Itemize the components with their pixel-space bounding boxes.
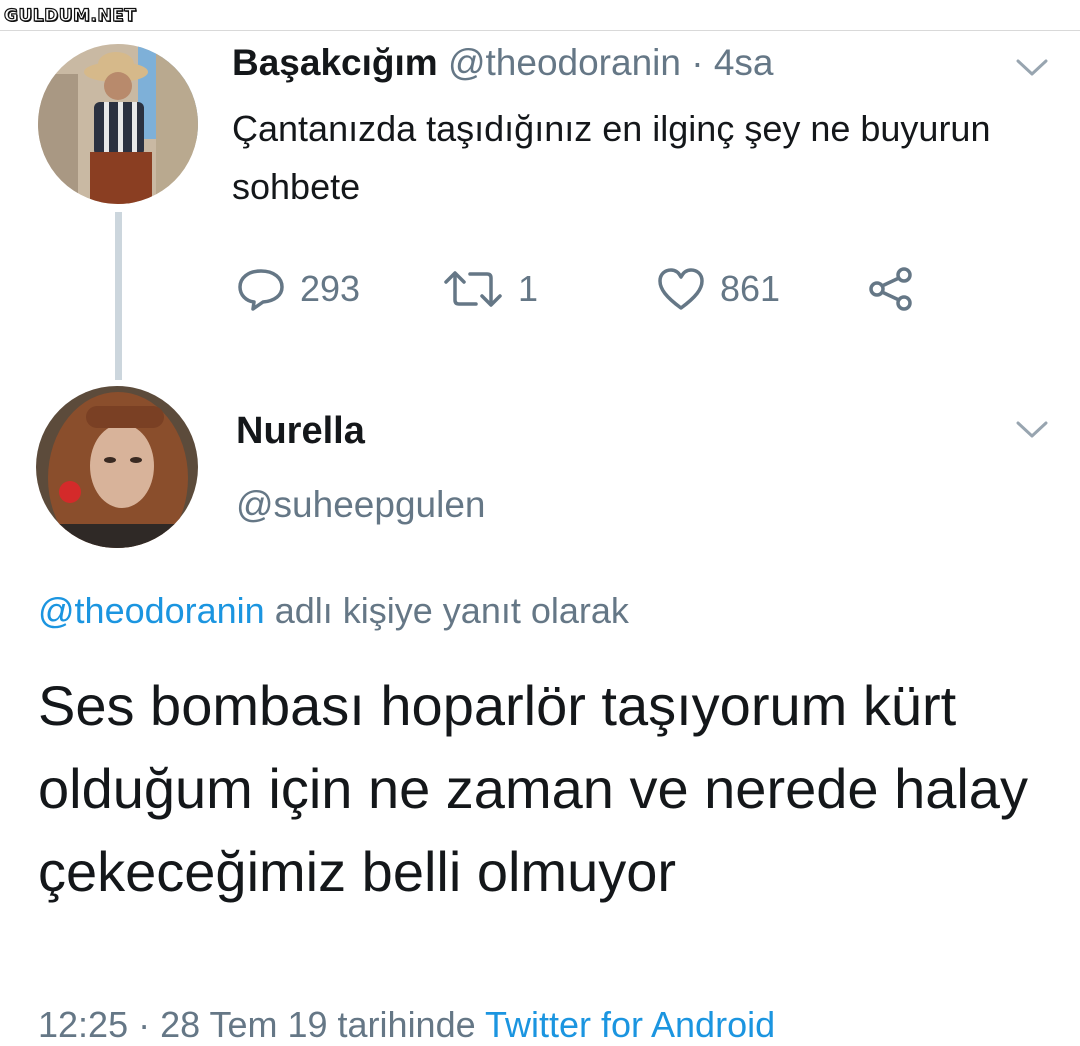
tweet-source-link[interactable]: Twitter for Android — [485, 1004, 775, 1045]
timestamp[interactable]: · 4sa — [691, 42, 773, 83]
reply-count: 293 — [300, 268, 361, 309]
avatar[interactable] — [36, 386, 198, 548]
reply-icon — [238, 269, 284, 311]
display-name[interactable]: Nurella — [236, 410, 365, 453]
retweet-icon — [444, 271, 502, 307]
top-divider — [0, 30, 1080, 31]
display-name[interactable]: Başakcığım — [232, 42, 438, 83]
retweet-button[interactable]: 1 — [442, 266, 538, 312]
tweet-header: Başakcığım @theodoranin · 4sa — [232, 42, 774, 84]
share-icon — [869, 267, 912, 311]
username[interactable]: @theodoranin — [448, 42, 681, 83]
like-count: 861 — [720, 268, 781, 309]
tweet-text: Çantanızda taşıdığınız en ilginç şey ne … — [232, 108, 991, 207]
watermark-logo: GULDUM.NET — [3, 5, 137, 26]
avatar[interactable] — [38, 44, 198, 204]
tweet-date[interactable]: 12:25 · 28 Tem 19 tarihinde — [38, 1004, 476, 1045]
like-button[interactable]: 861 — [656, 266, 780, 312]
tweet-actions: 293 1 861 — [0, 266, 1080, 316]
username[interactable]: @suheepgulen — [236, 484, 485, 526]
tweet-footer: 12:25 · 28 Tem 19 tarihinde Twitter for … — [38, 1004, 775, 1046]
tweet-text: Ses bombası hoparlör taşıyorum kürt oldu… — [38, 674, 1028, 903]
chevron-down-icon[interactable] — [1015, 58, 1049, 78]
reply-context-label: adlı kişiye yanıt olarak — [274, 590, 629, 631]
heart-icon — [658, 268, 704, 310]
chevron-down-icon[interactable] — [1015, 420, 1049, 440]
reply-button[interactable]: 293 — [236, 266, 360, 312]
reply-context: @theodoranin adlı kişiye yanıt olarak — [38, 590, 629, 632]
mention-link[interactable]: @theodoranin — [38, 590, 265, 631]
retweet-count: 1 — [518, 268, 539, 309]
share-button[interactable] — [866, 266, 916, 312]
